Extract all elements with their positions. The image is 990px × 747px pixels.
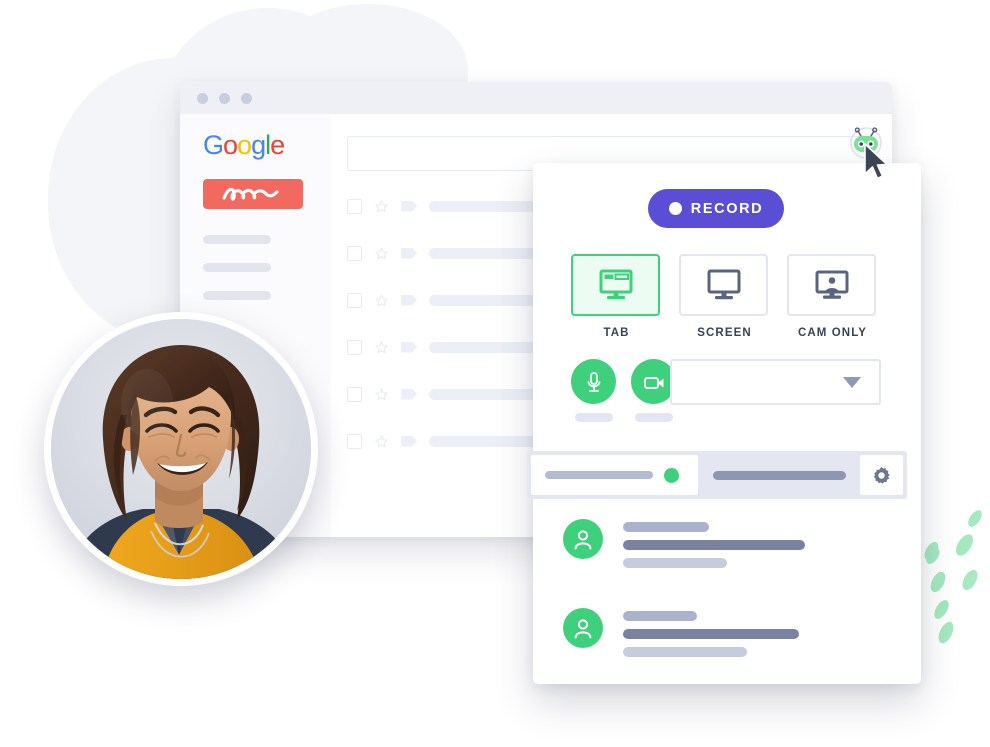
screenshot-stage: Google RECORD TAB SCREEN CAM ONLY xyxy=(0,0,990,747)
feed-line-medium xyxy=(623,647,747,657)
video-camera-icon xyxy=(643,376,663,389)
label-tag-icon[interactable] xyxy=(401,200,417,212)
browser-tab-monitor-icon xyxy=(599,269,632,300)
sidebar-nav-placeholder[interactable] xyxy=(203,235,271,244)
label-tag-icon[interactable] xyxy=(401,247,417,259)
window-minimize-dot[interactable] xyxy=(219,92,230,104)
record-button[interactable]: RECORD xyxy=(648,189,784,228)
compose-button[interactable] xyxy=(203,179,303,209)
microphone-icon xyxy=(587,371,600,392)
feed-line-short xyxy=(623,611,697,621)
sidebar-nav-placeholder[interactable] xyxy=(203,263,271,272)
google-logo: Google xyxy=(203,130,285,160)
device-select[interactable] xyxy=(670,359,881,405)
recorder-panel: RECORD TAB SCREEN CAM ONLY xyxy=(527,163,921,684)
row-checkbox[interactable] xyxy=(347,292,362,308)
signature-scribble-icon xyxy=(222,187,279,201)
label-tag-icon[interactable] xyxy=(401,388,417,400)
star-icon[interactable] xyxy=(374,293,389,308)
star-icon[interactable] xyxy=(374,246,389,261)
avatar xyxy=(44,312,318,586)
record-dot-icon xyxy=(668,202,682,215)
smiling-woman-portrait xyxy=(51,319,311,579)
toolbar-progress-bar[interactable] xyxy=(545,471,653,479)
monitor-person-icon xyxy=(815,270,848,299)
camera-label-placeholder xyxy=(635,413,673,422)
toolbar-status-segment[interactable] xyxy=(531,455,698,495)
person-avatar-icon xyxy=(563,608,603,648)
mode-tab[interactable]: TAB xyxy=(571,254,662,339)
row-checkbox[interactable] xyxy=(347,245,362,261)
feed-line-short xyxy=(623,522,709,532)
mode-tab-label: TAB xyxy=(603,327,630,339)
toolbar-middle-segment[interactable] xyxy=(698,455,860,495)
row-checkbox[interactable] xyxy=(347,198,362,214)
settings-button[interactable] xyxy=(860,455,903,495)
mouse-pointer-icon xyxy=(864,143,888,180)
playback-toolbar xyxy=(527,451,907,499)
star-icon[interactable] xyxy=(374,199,389,214)
window-close-dot[interactable] xyxy=(197,92,208,104)
record-button-label: RECORD xyxy=(690,200,764,217)
participant-feed xyxy=(563,519,893,697)
microphone-label-placeholder xyxy=(575,413,613,422)
chevron-down-icon xyxy=(843,376,861,388)
feed-line-medium xyxy=(623,558,727,568)
label-tag-icon[interactable] xyxy=(401,341,417,353)
av-controls xyxy=(571,359,677,422)
microphone-button[interactable] xyxy=(571,359,616,404)
label-tag-icon[interactable] xyxy=(401,435,417,447)
row-checkbox[interactable] xyxy=(347,339,362,355)
browser-titlebar xyxy=(180,82,892,114)
mode-cam-only-label: CAM ONLY xyxy=(797,327,868,339)
window-maximize-dot[interactable] xyxy=(241,92,252,104)
list-item[interactable] xyxy=(563,519,893,576)
label-tag-icon[interactable] xyxy=(401,294,417,306)
feed-line-long xyxy=(623,540,805,550)
person-avatar-icon xyxy=(563,519,603,559)
star-icon[interactable] xyxy=(374,340,389,355)
row-checkbox[interactable] xyxy=(347,386,362,402)
star-icon[interactable] xyxy=(374,387,389,402)
microphone-control xyxy=(571,359,617,422)
mode-screen[interactable]: SCREEN xyxy=(679,254,770,339)
green-status-dot xyxy=(664,467,679,483)
row-checkbox[interactable] xyxy=(347,433,362,449)
capture-mode-group: TAB SCREEN CAM ONLY xyxy=(571,254,878,339)
feed-line-long xyxy=(623,629,799,639)
monitor-icon xyxy=(707,269,740,300)
toolbar-secondary-bar xyxy=(712,470,846,480)
list-item[interactable] xyxy=(563,608,893,665)
mode-cam-only[interactable]: CAM ONLY xyxy=(787,254,878,339)
star-icon[interactable] xyxy=(374,434,389,449)
sidebar-nav-placeholder[interactable] xyxy=(203,291,271,300)
gear-icon xyxy=(873,466,890,484)
mode-screen-label: SCREEN xyxy=(697,327,752,339)
